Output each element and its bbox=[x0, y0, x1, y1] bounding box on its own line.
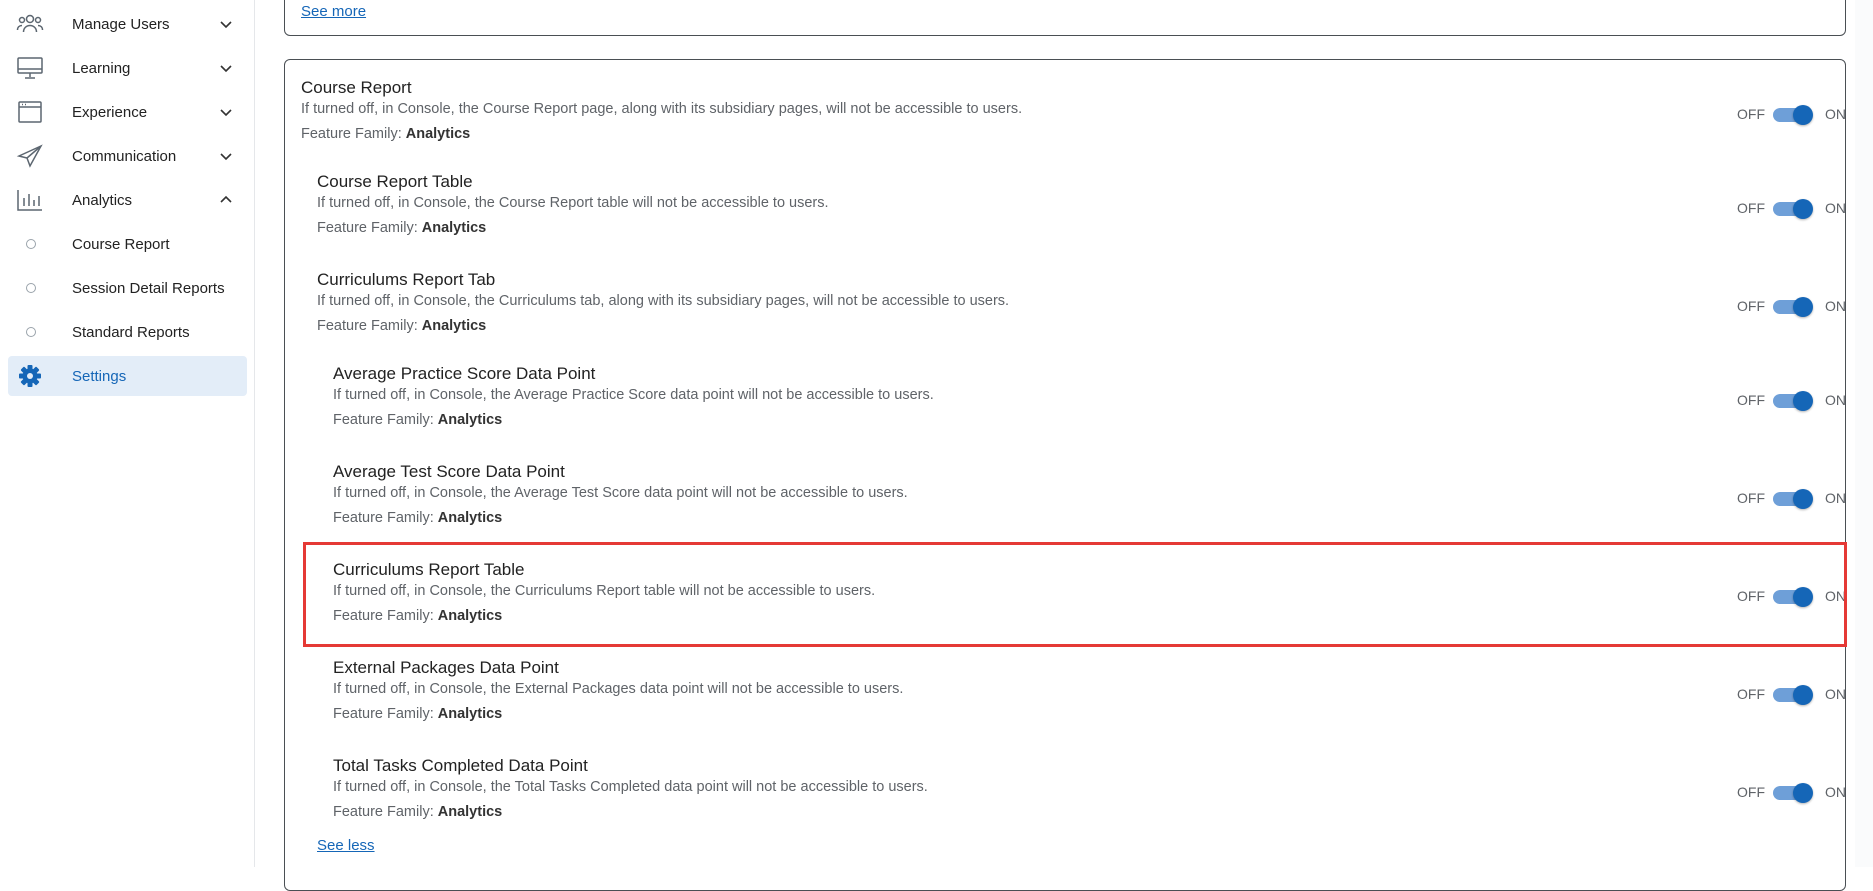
monitor-icon bbox=[16, 56, 44, 80]
toggle-on-label: ON bbox=[1825, 490, 1846, 506]
feature-family: Feature Family: Analytics bbox=[333, 412, 503, 428]
toggle-on-label: ON bbox=[1825, 392, 1846, 408]
feature-family: Feature Family: Analytics bbox=[317, 220, 487, 236]
bar-chart-icon bbox=[16, 188, 44, 212]
toggle-knob[interactable] bbox=[1793, 587, 1813, 607]
toggle-knob[interactable] bbox=[1793, 297, 1813, 317]
sidebar-item-experience[interactable]: Experience bbox=[8, 92, 247, 132]
toggle-off-label: OFF bbox=[1737, 298, 1765, 314]
see-more-link[interactable]: See more bbox=[301, 3, 366, 20]
feature-description: If turned off, in Console, the Curriculu… bbox=[333, 583, 876, 599]
feature-family: Feature Family: Analytics bbox=[333, 608, 503, 624]
toggle-off-label: OFF bbox=[1737, 200, 1765, 216]
feature-description: If turned off, in Console, the Average T… bbox=[333, 485, 908, 501]
feature-description: If turned off, in Console, the Course Re… bbox=[317, 195, 829, 211]
toggle-external-packages[interactable]: OFF ON bbox=[1737, 683, 1847, 705]
toggle-knob[interactable] bbox=[1793, 489, 1813, 509]
bullet-icon bbox=[26, 327, 36, 337]
toggle-knob[interactable] bbox=[1793, 783, 1813, 803]
toggle-off-label: OFF bbox=[1737, 490, 1765, 506]
toggle-on-label: ON bbox=[1825, 200, 1846, 216]
toggle-knob[interactable] bbox=[1793, 199, 1813, 219]
bullet-icon bbox=[26, 239, 36, 249]
toggle-average-practice-score[interactable]: OFF ON bbox=[1737, 389, 1847, 411]
gear-icon bbox=[16, 364, 44, 388]
sidebar-item-communication[interactable]: Communication bbox=[8, 136, 247, 176]
previous-feature-card: See more bbox=[284, 0, 1846, 36]
toggle-course-report[interactable]: OFF ON bbox=[1737, 103, 1847, 125]
sidebar-item-label: Communication bbox=[72, 147, 177, 165]
toggle-off-label: OFF bbox=[1737, 588, 1765, 604]
sidebar-subitem-standard-reports[interactable]: Standard Reports bbox=[8, 312, 247, 352]
toggle-on-label: ON bbox=[1825, 588, 1846, 604]
feature-title: Course Report bbox=[301, 78, 412, 97]
toggle-total-tasks-completed[interactable]: OFF ON bbox=[1737, 781, 1847, 803]
users-icon bbox=[16, 12, 44, 36]
toggle-knob[interactable] bbox=[1793, 391, 1813, 411]
sidebar-item-label: Manage Users bbox=[72, 15, 170, 33]
sidebar-item-label: Settings bbox=[72, 367, 127, 385]
toggle-curriculums-report-tab[interactable]: OFF ON bbox=[1737, 295, 1847, 317]
sidebar-item-settings[interactable]: Settings bbox=[8, 356, 247, 396]
feature-description: If turned off, in Console, the External … bbox=[333, 681, 904, 697]
sidebar-item-label: Learning bbox=[72, 59, 131, 77]
feature-family: Feature Family: Analytics bbox=[333, 510, 503, 526]
chevron-up-icon bbox=[218, 192, 234, 208]
toggle-on-label: ON bbox=[1825, 784, 1846, 800]
sidebar-subitem-label: Standard Reports bbox=[72, 323, 190, 341]
chevron-down-icon bbox=[218, 16, 234, 32]
sidebar-subitem-label: Session Detail Reports bbox=[72, 279, 225, 297]
feature-title: Average Practice Score Data Point bbox=[333, 364, 596, 383]
feature-description: If turned off, in Console, the Curriculu… bbox=[317, 293, 1010, 309]
feature-description: If turned off, in Console, the Average P… bbox=[333, 387, 934, 403]
toggle-average-test-score[interactable]: OFF ON bbox=[1737, 487, 1847, 509]
scrollbar-gutter bbox=[1855, 0, 1873, 867]
see-less-link[interactable]: See less bbox=[317, 837, 375, 854]
sidebar-item-label: Experience bbox=[72, 103, 148, 121]
toggle-course-report-table[interactable]: OFF ON bbox=[1737, 197, 1847, 219]
bullet-icon bbox=[26, 283, 36, 293]
feature-title: Curriculums Report Tab bbox=[317, 270, 496, 289]
feature-title: Average Test Score Data Point bbox=[333, 462, 565, 481]
toggle-curriculums-report-table[interactable]: OFF ON bbox=[1737, 585, 1847, 607]
toggle-off-label: OFF bbox=[1737, 106, 1765, 122]
toggle-on-label: ON bbox=[1825, 298, 1846, 314]
feature-title: Course Report Table bbox=[317, 172, 473, 191]
sidebar-subitem-course-report[interactable]: Course Report bbox=[8, 224, 247, 264]
feature-title: Total Tasks Completed Data Point bbox=[333, 756, 588, 775]
chevron-down-icon bbox=[218, 60, 234, 76]
sidebar: Manage Users Learning Experience Communi… bbox=[0, 0, 255, 867]
paper-plane-icon bbox=[16, 144, 44, 168]
feature-title: Curriculums Report Table bbox=[333, 560, 525, 579]
chevron-down-icon bbox=[218, 104, 234, 120]
toggle-off-label: OFF bbox=[1737, 686, 1765, 702]
feature-description: If turned off, in Console, the Course Re… bbox=[301, 101, 1023, 117]
sidebar-item-analytics[interactable]: Analytics bbox=[8, 180, 247, 220]
browser-window-icon bbox=[16, 100, 44, 124]
toggle-knob[interactable] bbox=[1793, 105, 1813, 125]
toggle-on-label: ON bbox=[1825, 686, 1846, 702]
course-report-feature-card: Course Report If turned off, in Console,… bbox=[284, 59, 1846, 891]
sidebar-item-label: Analytics bbox=[72, 191, 133, 209]
chevron-down-icon bbox=[218, 148, 234, 164]
feature-family: Feature Family: Analytics bbox=[333, 706, 503, 722]
toggle-off-label: OFF bbox=[1737, 392, 1765, 408]
toggle-knob[interactable] bbox=[1793, 685, 1813, 705]
sidebar-subitem-label: Course Report bbox=[72, 235, 170, 253]
feature-family: Feature Family: Analytics bbox=[333, 804, 503, 820]
sidebar-item-learning[interactable]: Learning bbox=[8, 48, 247, 88]
feature-family: Feature Family: Analytics bbox=[301, 126, 471, 142]
feature-description: If turned off, in Console, the Total Tas… bbox=[333, 779, 928, 795]
sidebar-subitem-session-detail-reports[interactable]: Session Detail Reports bbox=[8, 268, 247, 308]
toggle-on-label: ON bbox=[1825, 106, 1846, 122]
feature-family: Feature Family: Analytics bbox=[317, 318, 487, 334]
toggle-off-label: OFF bbox=[1737, 784, 1765, 800]
sidebar-item-manage-users[interactable]: Manage Users bbox=[8, 4, 247, 44]
feature-title: External Packages Data Point bbox=[333, 658, 559, 677]
